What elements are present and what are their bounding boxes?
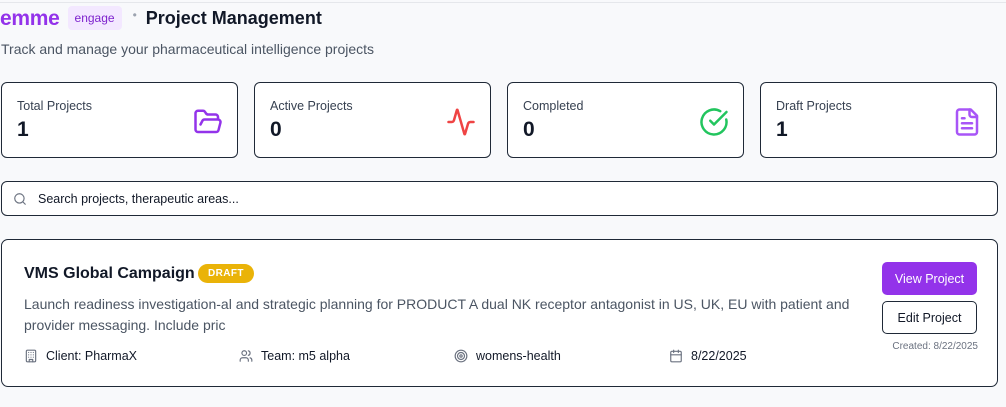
stat-label: Active Projects — [270, 99, 353, 113]
stat-value: 0 — [523, 118, 535, 141]
stat-card-completed: Completed 0 — [507, 82, 744, 158]
project-card[interactable]: VMS Global Campaign DRAFT Launch readine… — [1, 239, 998, 387]
project-date: 8/22/2025 — [669, 349, 747, 363]
search-bar[interactable] — [1, 181, 998, 216]
search-icon — [14, 193, 26, 205]
stat-label: Total Projects — [17, 99, 93, 113]
project-team: Team: m5 alpha — [239, 349, 350, 363]
stat-value: 1 — [17, 118, 29, 141]
folder-open-icon — [194, 109, 222, 134]
project-area: womens-health — [454, 349, 561, 363]
check-circle-icon — [700, 108, 728, 136]
stat-value: 0 — [270, 118, 282, 141]
engage-badge: engage — [67, 6, 122, 30]
date-label: 8/22/2025 — [691, 349, 747, 363]
project-client: Client: PharmaX — [24, 349, 137, 363]
status-badge: DRAFT — [198, 264, 254, 283]
users-icon — [239, 350, 253, 362]
created-date: Created: 8/22/2025 — [892, 341, 978, 352]
view-project-button[interactable]: View Project — [882, 262, 977, 295]
stat-card-active: Active Projects 0 — [254, 82, 491, 158]
activity-icon — [447, 108, 475, 136]
stat-card-draft: Draft Projects 1 — [760, 82, 997, 158]
project-title: VMS Global Campaign — [24, 265, 195, 282]
project-description: Launch readiness investigation-al and st… — [24, 296, 850, 333]
page-subtitle: Track and manage your pharmaceutical int… — [1, 41, 375, 57]
stat-value: 1 — [776, 118, 788, 141]
target-icon — [454, 349, 468, 363]
stat-label: Draft Projects — [776, 99, 852, 113]
client-label: Client: PharmaX — [46, 349, 138, 363]
edit-project-button[interactable]: Edit Project — [882, 301, 977, 334]
stat-label: Completed — [523, 99, 584, 113]
brand-logo[interactable]: emme — [0, 7, 60, 31]
calendar-icon — [670, 349, 682, 363]
search-input[interactable] — [38, 190, 978, 208]
therapeutic-area-label: womens-health — [476, 349, 561, 363]
file-text-icon — [955, 108, 979, 136]
building-icon — [25, 349, 37, 363]
team-label: Team: m5 alpha — [261, 349, 350, 363]
page-title: Project Management — [145, 7, 322, 28]
page-header: emme engage • Project Management — [0, 4, 322, 32]
top-divider — [0, 2, 1006, 3]
stat-card-total: Total Projects 1 — [1, 82, 238, 158]
header-separator: • — [132, 8, 137, 22]
